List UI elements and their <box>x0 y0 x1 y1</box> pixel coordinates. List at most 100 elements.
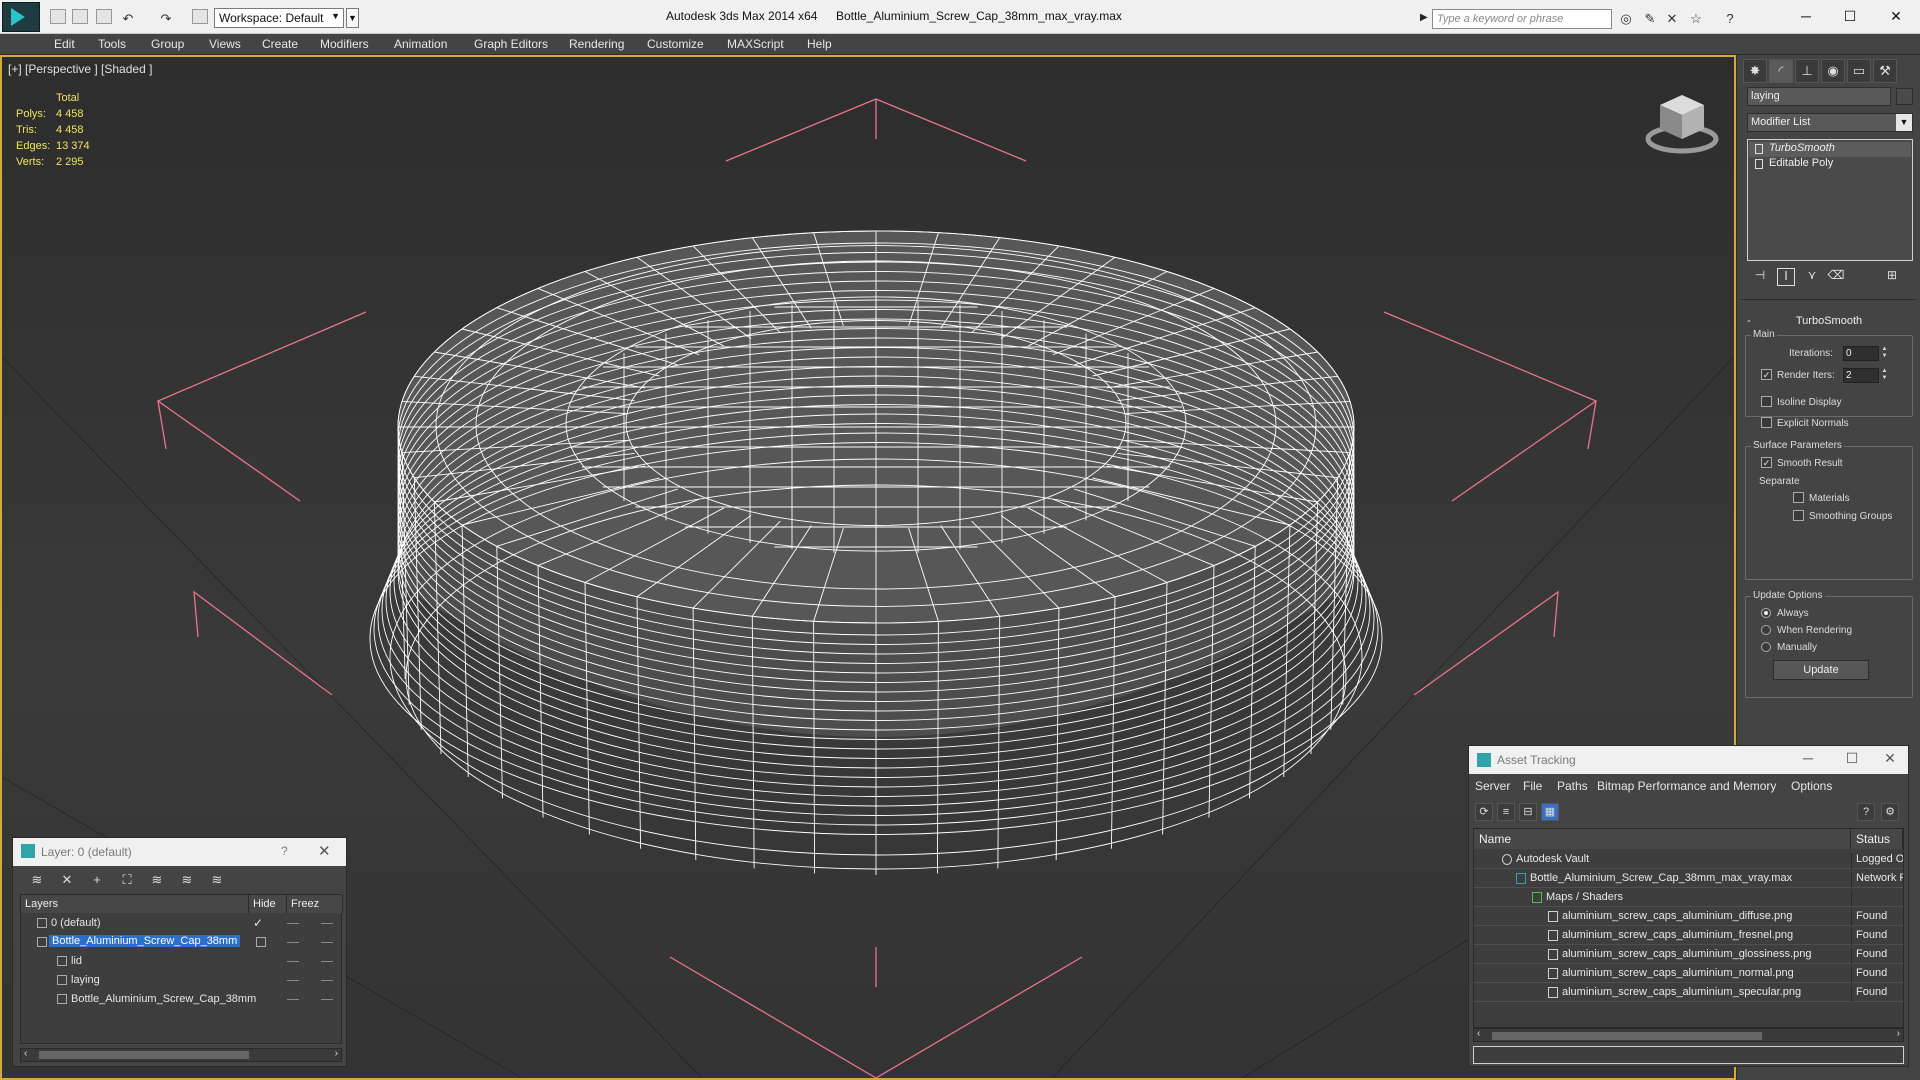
pin-stack-icon[interactable]: ⊣ <box>1751 268 1769 286</box>
layer-dialog-titlebar[interactable]: Layer: 0 (default) ? ✕ <box>13 838 346 866</box>
menu-graph-editors[interactable]: Graph Editors <box>474 37 548 51</box>
utilities-tab-icon[interactable]: ⚒ <box>1873 59 1897 83</box>
column-header-status[interactable]: Status <box>1851 829 1903 849</box>
render-iters-checkbox[interactable]: ✓ <box>1761 369 1772 380</box>
freeze-toggle[interactable] <box>321 961 333 962</box>
menu-edit[interactable]: Edit <box>54 37 75 51</box>
freeze-all-layers-icon[interactable]: ≋ <box>207 872 227 890</box>
close-button[interactable]: ✕ <box>1876 5 1916 27</box>
active-layer-check-icon[interactable]: ✓ <box>253 916 263 930</box>
asset-menu-paths[interactable]: Paths <box>1557 779 1588 793</box>
settings-icon[interactable]: ⚙ <box>1881 803 1899 821</box>
expand-icon[interactable] <box>1755 159 1763 169</box>
help-icon[interactable]: ? <box>1857 803 1875 821</box>
menu-maxscript[interactable]: MAXScript <box>727 37 784 51</box>
menu-customize[interactable]: Customize <box>647 37 704 51</box>
stack-item-editable-poly[interactable]: Editable Poly <box>1749 157 1911 172</box>
always-radio[interactable] <box>1761 608 1771 618</box>
make-unique-icon[interactable]: ⋎ <box>1803 268 1821 286</box>
modify-tab-icon[interactable]: ◜ <box>1769 59 1793 83</box>
object-color-swatch[interactable] <box>1896 88 1913 105</box>
minimize-icon[interactable]: ─ <box>1793 750 1823 766</box>
table-row[interactable]: aluminium_screw_caps_aluminium_glossines… <box>1474 945 1903 964</box>
search-input[interactable]: Type a keyword or phrase <box>1432 9 1612 29</box>
update-button[interactable]: Update <box>1773 660 1869 680</box>
binoculars-icon[interactable]: ◎ <box>1618 11 1634 27</box>
menu-animation[interactable]: Animation <box>394 37 447 51</box>
hide-toggle[interactable] <box>287 942 299 943</box>
render-iters-spinner[interactable]: 2 <box>1843 368 1879 383</box>
table-row[interactable]: aluminium_screw_caps_aluminium_normal.pn… <box>1474 964 1903 983</box>
redo-icon[interactable]: ↷ <box>158 11 174 27</box>
close-icon[interactable]: ✕ <box>1875 750 1905 767</box>
table-row[interactable]: Autodesk Vault Logged O <box>1474 850 1903 869</box>
table-row[interactable]: Maps / Shaders <box>1474 888 1903 907</box>
freeze-toggle[interactable] <box>321 923 333 924</box>
spinner-arrows-icon[interactable]: ▲ ▼ <box>1880 368 1889 383</box>
materials-checkbox[interactable] <box>1793 492 1804 503</box>
scroll-right-icon[interactable]: › <box>335 1048 338 1059</box>
asset-menu-bitmap-performance[interactable]: Bitmap Performance and Memory <box>1597 779 1776 793</box>
bulb-icon[interactable] <box>1755 144 1763 154</box>
hide-toggle[interactable] <box>287 961 299 962</box>
hide-toggle[interactable] <box>287 980 299 981</box>
set-current-layer-icon[interactable] <box>256 937 266 947</box>
modifier-list-dropdown[interactable]: Modifier List ▼ <box>1747 113 1913 132</box>
explicit-normals-checkbox[interactable] <box>1761 417 1772 428</box>
screw-cap-wireframe[interactable] <box>369 230 1383 875</box>
workspace-dropdown[interactable]: Workspace: Default ▼ <box>214 8 344 28</box>
horizontal-scrollbar[interactable]: ‹ › <box>1473 1028 1904 1042</box>
menu-help[interactable]: Help <box>807 37 832 51</box>
viewport-label[interactable]: [+] [Perspective ] [Shaded ] <box>8 62 152 76</box>
menu-tools[interactable]: Tools <box>98 37 126 51</box>
save-file-icon[interactable] <box>96 9 112 24</box>
motion-tab-icon[interactable]: ◉ <box>1821 59 1845 83</box>
menu-create[interactable]: Create <box>262 37 298 51</box>
minimize-button[interactable]: ─ <box>1786 5 1826 27</box>
scrollbar-thumb[interactable] <box>39 1051 249 1059</box>
manually-radio[interactable] <box>1761 642 1771 652</box>
freeze-toggle[interactable] <box>321 980 333 981</box>
viewcube-icon[interactable] <box>1642 87 1722 157</box>
quick-access-customize-button[interactable]: ▼ <box>346 8 359 28</box>
refresh-icon[interactable]: ⟳ <box>1475 803 1493 821</box>
layer-row[interactable]: Bottle_Aluminium_Screw_Cap_38mm <box>21 990 341 1009</box>
freeze-toggle[interactable] <box>321 942 333 943</box>
hide-all-layers-icon[interactable]: ≋ <box>177 872 197 890</box>
smoothing-groups-checkbox[interactable] <box>1793 510 1804 521</box>
delete-layer-icon[interactable]: ✕ <box>57 872 77 890</box>
maximize-icon[interactable]: ☐ <box>1837 750 1867 767</box>
create-tab-icon[interactable]: ✸ <box>1743 59 1767 83</box>
add-to-layer-icon[interactable]: + <box>87 872 107 890</box>
app-menu-logo-button[interactable] <box>2 2 40 32</box>
table-view-icon[interactable]: ▦ <box>1541 803 1559 821</box>
table-row[interactable]: aluminium_screw_caps_aluminium_fresnel.p… <box>1474 926 1903 945</box>
hide-toggle[interactable] <box>287 923 299 924</box>
display-tab-icon[interactable]: ▭ <box>1847 59 1871 83</box>
project-folder-icon[interactable] <box>192 9 208 24</box>
column-header-hide[interactable]: Hide <box>249 895 287 913</box>
exchange-icon[interactable]: ✕ <box>1664 11 1680 27</box>
scroll-left-icon[interactable]: ‹ <box>24 1048 27 1059</box>
spinner-arrows-icon[interactable]: ▲ ▼ <box>1880 346 1889 361</box>
asset-dialog-titlebar[interactable]: Asset Tracking ─ ☐ ✕ <box>1469 746 1908 774</box>
scrollbar-thumb[interactable] <box>1492 1032 1762 1040</box>
help-icon[interactable]: ? <box>1722 11 1738 26</box>
column-header-freeze[interactable]: Freez <box>287 895 343 913</box>
hierarchy-tab-icon[interactable]: ⊥ <box>1795 59 1819 83</box>
object-name-input[interactable]: laying <box>1747 87 1891 106</box>
menu-modifiers[interactable]: Modifiers <box>320 37 369 51</box>
list-view-icon[interactable]: ≡ <box>1497 803 1515 821</box>
menu-group[interactable]: Group <box>151 37 184 51</box>
tree-view-icon[interactable]: ⊟ <box>1519 803 1537 821</box>
scroll-left-icon[interactable]: ‹ <box>1477 1028 1480 1039</box>
show-end-result-icon[interactable]: Ⅰ <box>1777 268 1795 286</box>
maximize-button[interactable]: ☐ <box>1830 5 1870 27</box>
communication-center-icon[interactable]: ✎ <box>1642 11 1658 27</box>
column-header-layers[interactable]: Layers <box>21 895 249 913</box>
select-in-layer-icon[interactable]: ⛶ <box>117 872 137 890</box>
layer-row[interactable]: laying <box>21 971 341 990</box>
iterations-spinner[interactable]: 0 <box>1843 346 1879 361</box>
turbosmooth-rollout-header[interactable]: - TurboSmooth <box>1745 315 1913 329</box>
when-rendering-radio[interactable] <box>1761 625 1771 635</box>
